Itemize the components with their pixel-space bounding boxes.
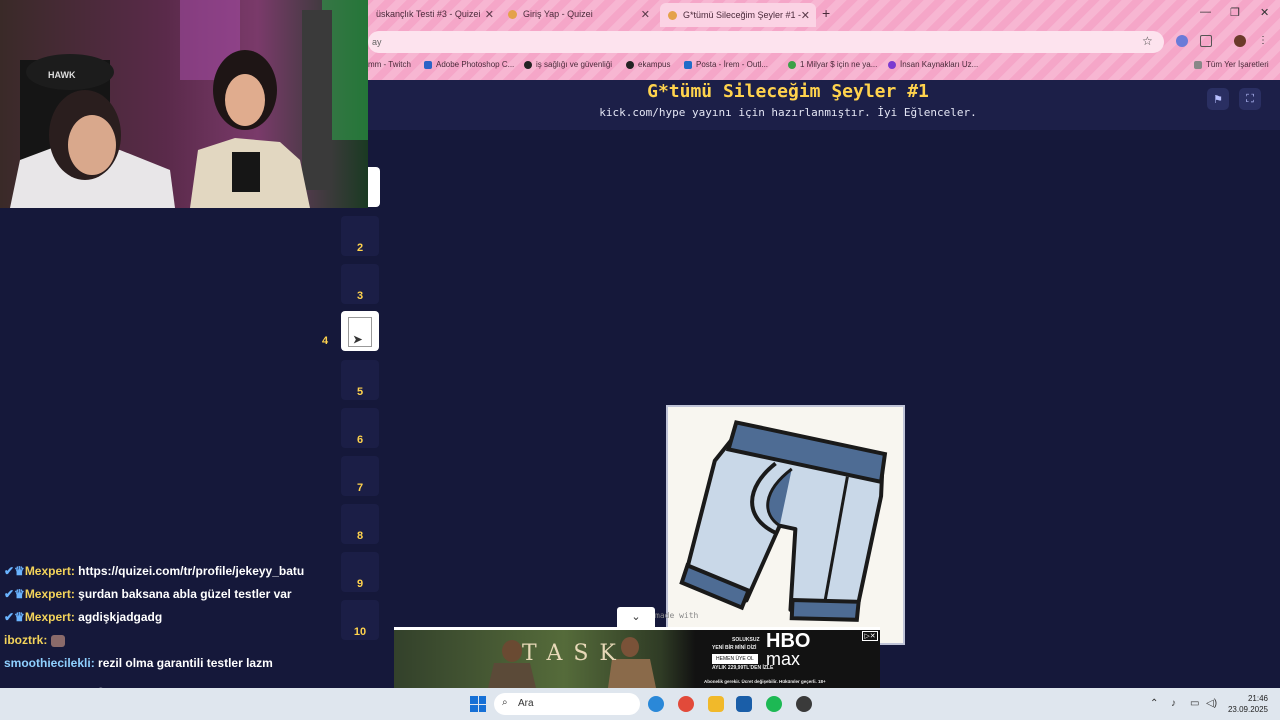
webcam-image [0,0,368,208]
tray-chevron-icon[interactable]: ⌃ [1150,698,1158,709]
tab-1-label: üskançlık Testi #3 - Quizei [376,9,481,19]
slot-9[interactable]: 9 [341,552,379,592]
clock[interactable]: 21:46 23.09.2025 [1224,693,1268,715]
all-bookmarks[interactable]: Tüm Yer İşaretleri [1194,60,1269,69]
bookmark-item[interactable]: mm - Twitch [368,60,411,69]
watermark: made with [655,611,699,620]
profile-avatar[interactable] [1234,35,1246,47]
store-icon[interactable] [736,696,752,712]
slot-6[interactable]: 6 [341,408,379,448]
tab-3-label: G*tümü Sileceğim Şeyler #1 - [683,10,802,20]
tab-2[interactable]: Giriş Yap - Quizei ✕ [500,3,656,25]
taskbar: ⌕ Ara ⌃ ♪ ▭ ◁) 21:46 23.09.2025 [0,688,1280,720]
page-subtitle: kick.com/hype yayını için hazırlanmıştır… [599,106,977,119]
chat-message: ✔♛Mexpert: şurdan baksana abla güzel tes… [4,587,292,601]
ad-banner[interactable]: TASK SOLUKSUZ YENİ BİR MİNİ DİZİ HEMEN Ü… [394,627,880,688]
windows-start-icon[interactable] [470,696,486,712]
page-title: G*tümü Sileceğim Şeyler #1 [647,81,929,102]
folder-icon[interactable] [708,696,724,712]
ad-signup-button[interactable]: HEMEN ÜYE OL [712,654,758,664]
taskbar-search[interactable]: ⌕ Ara [494,693,640,715]
flag-icon[interactable]: ⚑ [1207,88,1229,110]
webcam-feed: HAWK [0,0,368,208]
quizei-icon [508,9,517,19]
mic-icon[interactable]: ♪ [1171,698,1176,709]
extension-icon[interactable] [1176,35,1188,47]
hawk-logo: HAWK [48,70,76,80]
new-tab-button[interactable]: + [822,5,830,21]
menu-icon[interactable]: ⋮ [1258,35,1270,47]
close-icon[interactable]: ✕ [641,8,650,21]
slot-5[interactable]: 5 [341,360,379,400]
ad-title: TASK [522,641,627,666]
chat-message: ✔♛Mexpert: agdişkjadgadg [4,610,163,624]
bookmark-item[interactable]: iş sağlığı ve güvenliği [524,60,612,69]
underwear-icon [679,420,888,622]
volume-icon[interactable]: ◁) [1206,698,1217,709]
obs-icon[interactable] [796,696,812,712]
restore-icon[interactable]: ❐ [1230,6,1240,19]
slot-8[interactable]: 8 [341,504,379,544]
network-icon[interactable]: ▭ [1190,698,1199,709]
tab-1[interactable]: üskançlık Testi #3 - Quizei ✕ [368,3,500,25]
bookmark-item[interactable]: ekampus [626,60,670,69]
chat-message: iboztrk: [4,633,65,647]
chrome-icon[interactable] [678,696,694,712]
slot-2[interactable]: 2 [341,216,379,256]
spotify-icon[interactable] [766,696,782,712]
bookmark-item[interactable]: Posta - İrem - Outl... [684,60,768,69]
cursor-icon: ➤ [353,334,363,346]
bookmark-item[interactable]: Adobe Photoshop C... [424,60,514,69]
emote-icon [50,634,65,647]
chevron-down-icon[interactable]: ⌄ [617,607,655,627]
ad-brand-sub: max [766,649,801,669]
address-text: ay [372,37,382,47]
bookmark-item[interactable]: 1 Milyar $ için ne ya... [788,60,877,69]
close-icon[interactable]: ✕ [485,8,494,21]
window-close-icon[interactable]: ✕ [1260,6,1269,19]
tab-2-label: Giriş Yap - Quizei [523,9,593,19]
search-icon: ⌕ [502,697,508,708]
bookmark-item[interactable]: İnsan Kaynakları Uz... [888,60,978,69]
quiz-header: G*tümü Sileceğim Şeyler #1 kick.com/hype… [368,80,1280,130]
close-icon[interactable]: ✕ [801,9,810,22]
chat-message: smoothiecilekli: rezil olma garantili te… [4,656,273,670]
ad-brand: HBO [766,630,811,652]
tab-3[interactable]: G*tümü Sileceğim Şeyler #1 - ✕ [660,3,816,27]
slot-4-label: 4 [322,335,329,347]
chat-message: ✔♛Mexpert: https://quizei.com/tr/profile… [4,564,305,578]
slot-4[interactable]: ➤ [341,311,379,351]
panel-handle[interactable] [368,167,380,207]
slot-7[interactable]: 7 [341,456,379,496]
quizei-icon [668,10,677,20]
minimize-icon[interactable]: — [1200,6,1211,18]
address-bar[interactable]: ay [368,31,1164,53]
fullscreen-icon[interactable]: ⛶ [1239,88,1261,110]
slot-10[interactable]: 10 [341,600,379,640]
quiz-item-card[interactable] [666,405,905,645]
slot-3[interactable]: 3 [341,264,379,304]
puzzle-icon[interactable] [1200,35,1212,47]
bookmark-star-icon[interactable]: ☆ [1142,34,1153,48]
edge-icon[interactable] [648,696,664,712]
ad-close-icon[interactable]: ▷✕ [862,631,878,641]
